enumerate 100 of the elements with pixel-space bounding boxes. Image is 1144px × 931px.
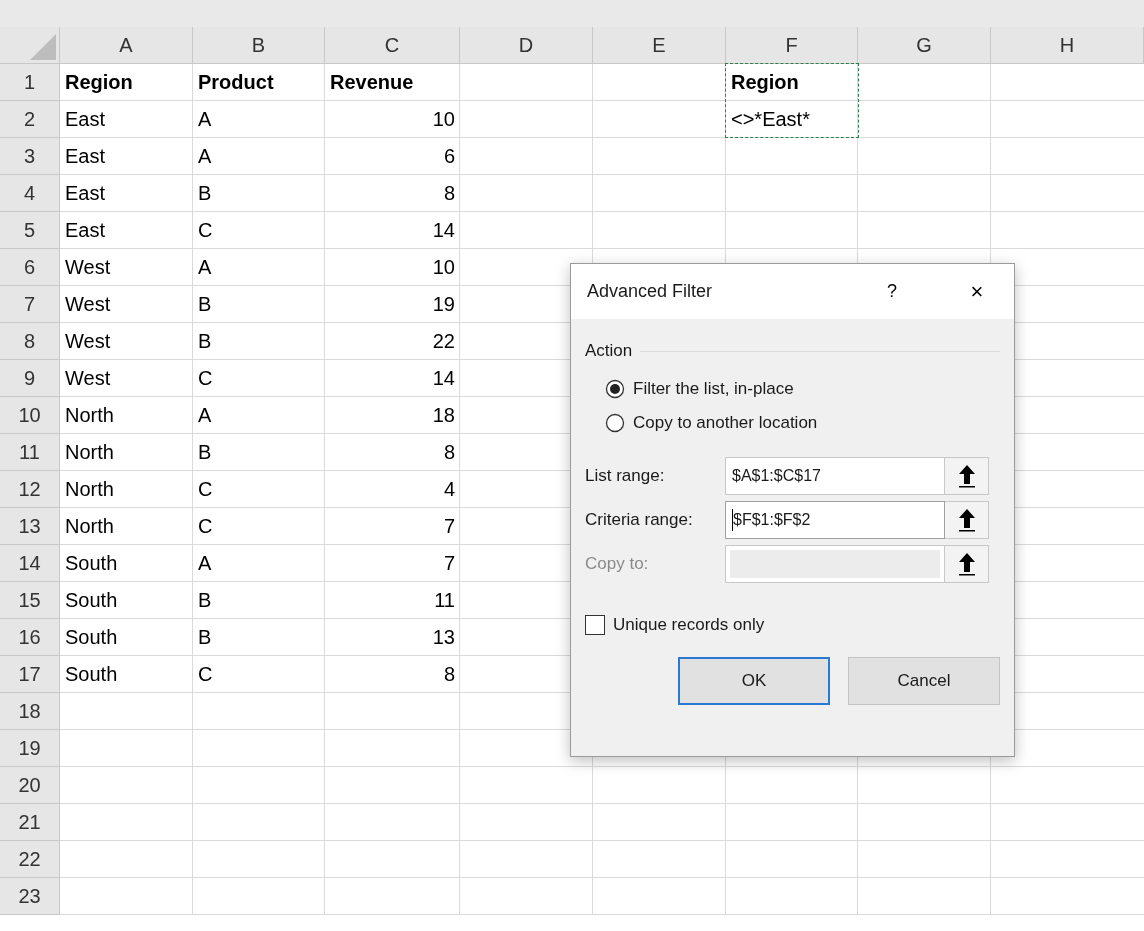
row-header[interactable]: 12 xyxy=(0,471,60,508)
table-cell-text: <>*East* xyxy=(730,106,811,132)
column-header[interactable]: F xyxy=(726,27,858,64)
table-cell-text: A xyxy=(197,106,213,132)
row-header[interactable]: 19 xyxy=(0,730,60,767)
table-cell-text: B xyxy=(197,439,213,465)
column-header[interactable]: A xyxy=(60,27,193,64)
table-cell-text: North xyxy=(64,513,115,539)
column-header[interactable]: D xyxy=(460,27,593,64)
row-header[interactable]: 3 xyxy=(0,138,60,175)
column-header[interactable]: H xyxy=(991,27,1144,64)
table-cell-text: West xyxy=(64,291,112,317)
up-arrow-icon xyxy=(956,551,977,577)
row-header[interactable]: 22 xyxy=(0,841,60,878)
table-cell-text: 19 xyxy=(431,291,456,317)
row-header[interactable]: 6 xyxy=(0,249,60,286)
table-cell-text: 8 xyxy=(442,180,456,206)
table-cell-text: 22 xyxy=(431,328,456,354)
table-cell-text: B xyxy=(197,587,213,613)
column-header[interactable]: E xyxy=(593,27,726,64)
radio-button[interactable]: Filter the list, in-place xyxy=(605,379,794,399)
table-cell-text: 14 xyxy=(431,217,456,243)
radio-icon[interactable] xyxy=(605,379,625,399)
section-label: Action xyxy=(585,341,633,361)
field-label: Copy to: xyxy=(585,554,650,574)
table-cell-text: 8 xyxy=(442,439,456,465)
radio-icon[interactable] xyxy=(605,413,625,433)
row-header[interactable]: 15 xyxy=(0,582,60,619)
table-cell-text: South xyxy=(64,587,119,613)
row-header[interactable]: 9 xyxy=(0,360,60,397)
field-label: Criteria range: xyxy=(585,510,694,530)
table-cell-text: C xyxy=(197,365,214,391)
column-header[interactable]: G xyxy=(858,27,991,64)
row-header[interactable]: 13 xyxy=(0,508,60,545)
row-header[interactable]: 11 xyxy=(0,434,60,471)
table-cell-text: North xyxy=(64,439,115,465)
table-cell-text: East xyxy=(64,180,107,206)
collapse-button[interactable] xyxy=(945,457,989,495)
row-header[interactable]: 4 xyxy=(0,175,60,212)
row-header[interactable]: 16 xyxy=(0,619,60,656)
up-arrow-icon xyxy=(956,463,977,489)
table-cell-text: North xyxy=(64,476,115,502)
table-cell-text: Region xyxy=(730,69,800,95)
table-cell-text: East xyxy=(64,106,107,132)
row-header[interactable]: 8 xyxy=(0,323,60,360)
table-cell-text: A xyxy=(197,143,213,169)
row-header[interactable]: 23 xyxy=(0,878,60,915)
table-cell-text: 10 xyxy=(431,254,456,280)
help-button[interactable]: ? xyxy=(872,281,912,302)
table-cell-text: 18 xyxy=(431,402,456,428)
table-cell-text: B xyxy=(197,291,213,317)
table-cell-text: Region xyxy=(64,69,134,95)
table-cell-text: 7 xyxy=(442,550,456,576)
table-cell-text: Revenue xyxy=(329,69,415,95)
table-cell-text: 8 xyxy=(442,661,456,687)
table-cell-text: B xyxy=(197,328,213,354)
table-cell-text: South xyxy=(64,661,119,687)
input-field[interactable]: $F$1:$F$2 xyxy=(725,501,945,539)
collapse-button[interactable] xyxy=(945,501,989,539)
table-cell-text: C xyxy=(197,476,214,502)
table-cell-text: 14 xyxy=(431,365,456,391)
row-header[interactable]: 7 xyxy=(0,286,60,323)
unique-records-checkbox[interactable]: Unique records only xyxy=(585,615,765,635)
collapse-button[interactable] xyxy=(945,545,989,583)
radio-button[interactable]: Copy to another location xyxy=(605,413,818,433)
table-cell-text: East xyxy=(64,143,107,169)
table-cell-text: 7 xyxy=(442,513,456,539)
table-cell-text: C xyxy=(197,513,214,539)
row-header[interactable]: 10 xyxy=(0,397,60,434)
column-header[interactable]: C xyxy=(325,27,460,64)
select-all-icon xyxy=(30,34,56,60)
row-header[interactable]: 17 xyxy=(0,656,60,693)
table-cell-text: South xyxy=(64,624,119,650)
table-cell-text: C xyxy=(197,217,214,243)
row-header[interactable]: 1 xyxy=(0,64,60,101)
table-cell-text: 6 xyxy=(442,143,456,169)
row-header[interactable]: 21 xyxy=(0,804,60,841)
dialog-button[interactable]: OK xyxy=(678,657,830,705)
table-cell-text: East xyxy=(64,217,107,243)
row-header[interactable]: 14 xyxy=(0,545,60,582)
up-arrow-icon xyxy=(956,507,977,533)
column-header[interactable]: B xyxy=(193,27,325,64)
table-cell-text: Product xyxy=(197,69,275,95)
table-cell-text: B xyxy=(197,180,213,206)
close-button[interactable]: × xyxy=(952,278,1002,305)
table-cell-text: 10 xyxy=(431,106,456,132)
input-field[interactable]: $A$1:$C$17 xyxy=(725,457,945,495)
dialog-title: Advanced Filter xyxy=(587,281,714,302)
dialog-button[interactable]: Cancel xyxy=(848,657,1000,705)
table-cell-text: A xyxy=(197,402,213,428)
table-cell-text: West xyxy=(64,254,112,280)
row-header[interactable]: 18 xyxy=(0,693,60,730)
table-cell-text: 4 xyxy=(442,476,456,502)
table-cell-text: B xyxy=(197,624,213,650)
table-cell-text: 11 xyxy=(433,587,456,613)
table-cell-text: A xyxy=(197,254,213,280)
row-header[interactable]: 2 xyxy=(0,101,60,138)
table-cell-text: West xyxy=(64,328,112,354)
row-header[interactable]: 20 xyxy=(0,767,60,804)
row-header[interactable]: 5 xyxy=(0,212,60,249)
